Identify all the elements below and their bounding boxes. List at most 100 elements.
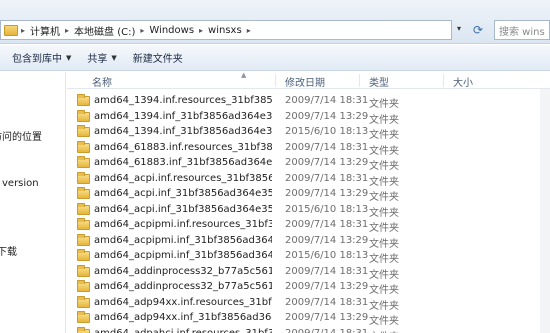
file-type: 文件夹: [369, 285, 399, 296]
chevron-right-icon[interactable]: ▸: [62, 26, 72, 35]
file-row[interactable]: amd64_addinprocess32_b77a5c561934e0... 20…: [67, 264, 550, 281]
folder-icon: [77, 125, 90, 137]
file-row[interactable]: amd64_1394.inf_31bf3856ad364e35_6.1.76..…: [67, 125, 550, 141]
file-type: 文件夹: [369, 316, 399, 327]
file-type: 文件夹: [369, 176, 399, 188]
file-row[interactable]: amd64_acpipmi.inf_31bf3856ad364e35_6....…: [67, 249, 550, 265]
folder-icon: [77, 280, 90, 292]
file-row[interactable]: amd64_adp94xx.inf_31bf3856ad364e35_6... 2…: [67, 311, 550, 327]
column-size[interactable]: 大小: [453, 74, 473, 89]
nav-item-downloads[interactable]: 下载: [0, 243, 17, 258]
folder-icon: [77, 140, 90, 153]
file-type: 文件夹: [369, 254, 399, 265]
file-name: amd64_acpipmi.inf_31bf3856ad364e35_6....: [94, 250, 272, 261]
chevron-right-icon[interactable]: ▸: [244, 26, 254, 35]
file-name: amd64_addinprocess32_b77a5c561934e0...: [94, 265, 272, 277]
file-row[interactable]: amd64_acpipmi.inf_31bf3856ad364e35_6....…: [67, 233, 550, 250]
file-date-modified: 2015/6/10 18:13: [285, 203, 369, 215]
file-date-modified: 2009/7/14 13:29: [285, 110, 369, 122]
folder-icon: [77, 187, 90, 199]
breadcrumb-computer[interactable]: 计算机: [28, 21, 62, 39]
file-type: 文件夹: [369, 145, 399, 157]
file-name: amd64_adpahci.inf.resources_31bf3856a...: [94, 327, 272, 333]
breadcrumb-windows[interactable]: Windows: [147, 21, 196, 39]
breadcrumb-winsxs[interactable]: winsxs: [206, 21, 244, 39]
file-name: amd64_adp94xx.inf.resources_31bf3856a...: [94, 296, 272, 308]
command-bar: 包含到库中 ▼ 共享 ▼ 新建文件夹: [0, 45, 550, 71]
share-button[interactable]: 共享 ▼: [79, 48, 124, 68]
folder-icon: [77, 202, 90, 215]
column-header: ▲ 名称 修改日期 类型 大小: [67, 71, 550, 89]
nav-item-version[interactable]: version: [2, 178, 39, 189]
chevron-right-icon[interactable]: ▸: [196, 26, 206, 35]
column-divider[interactable]: [443, 74, 444, 87]
include-in-library-button[interactable]: 包含到库中 ▼: [4, 48, 79, 68]
folder-icon: [77, 264, 90, 277]
file-row[interactable]: amd64_1394.inf_31bf3856ad364e35_6.1.76..…: [67, 109, 550, 126]
file-name: amd64_acpipmi.inf_31bf3856ad364e35_6....: [94, 234, 272, 246]
folder-icon: [77, 295, 90, 308]
file-row[interactable]: amd64_61883.inf_31bf3856ad364e35_6.1.7..…: [67, 156, 550, 172]
file-date-modified: 2015/6/10 18:13: [285, 126, 369, 137]
file-type: 文件夹: [369, 207, 399, 219]
column-divider[interactable]: [359, 74, 360, 87]
file-type: 文件夹: [369, 269, 399, 281]
file-row[interactable]: amd64_addinprocess32_b77a5c561934e0... 20…: [67, 280, 550, 296]
file-date-modified: 2009/7/14 18:31: [285, 172, 369, 184]
file-name: amd64_61883.inf_31bf3856ad364e35_6.1.7..…: [94, 157, 272, 168]
chevron-down-icon: ▼: [66, 53, 72, 62]
search-input[interactable]: 搜索 wins: [494, 20, 550, 40]
column-name[interactable]: 名称: [92, 74, 112, 89]
file-name: amd64_1394.inf_31bf3856ad364e35_6.1.76..…: [94, 126, 272, 137]
file-type: 文件夹: [369, 130, 399, 141]
file-date-modified: 2009/7/14 18:31: [285, 219, 369, 230]
file-type: 文件夹: [369, 328, 399, 333]
file-date-modified: 2009/7/14 13:29: [285, 188, 369, 199]
file-date-modified: 2009/7/14 18:31: [285, 95, 369, 106]
file-name: amd64_1394.inf_31bf3856ad364e35_6.1.76..…: [94, 110, 272, 122]
file-row[interactable]: amd64_adp94xx.inf.resources_31bf3856a...…: [67, 295, 550, 312]
folder-icon: [4, 24, 18, 36]
folder-icon: [77, 218, 90, 230]
column-divider[interactable]: [275, 74, 276, 87]
file-row[interactable]: amd64_acpi.inf_31bf3856ad364e35_6.1.76..…: [67, 187, 550, 203]
chevron-right-icon[interactable]: ▸: [18, 26, 28, 35]
vertical-scrollbar[interactable]: [540, 89, 550, 333]
folder-icon: [77, 326, 90, 333]
breadcrumb-local-disk[interactable]: 本地磁盘 (C:): [72, 21, 137, 39]
chevron-down-icon: ▼: [111, 53, 117, 62]
file-date-modified: 2009/7/14 18:31: [285, 327, 369, 333]
file-date-modified: 2009/7/14 18:31: [285, 265, 369, 277]
address-history-dropdown-icon[interactable]: ▾: [457, 24, 461, 33]
column-type[interactable]: 类型: [369, 74, 389, 89]
file-row[interactable]: amd64_acpi.inf.resources_31bf3856ad364..…: [67, 171, 550, 188]
chevron-right-icon[interactable]: ▸: [137, 26, 147, 35]
file-row[interactable]: amd64_1394.inf.resources_31bf3856ad364..…: [67, 94, 550, 110]
file-date-modified: 2009/7/14 18:31: [285, 141, 369, 153]
file-row[interactable]: amd64_acpi.inf_31bf3856ad364e35_6.1.76..…: [67, 202, 550, 219]
share-label: 共享: [87, 54, 108, 65]
file-type: 文件夹: [369, 300, 399, 312]
file-name: amd64_acpi.inf_31bf3856ad364e35_6.1.76..…: [94, 203, 272, 215]
file-type: 文件夹: [369, 223, 399, 234]
file-name: amd64_adp94xx.inf_31bf3856ad364e35_6...: [94, 312, 272, 323]
refresh-icon[interactable]: ⟳: [467, 20, 489, 40]
file-type: 文件夹: [369, 238, 399, 250]
file-row[interactable]: amd64_acpipmi.inf.resources_31bf3856ad..…: [67, 218, 550, 234]
file-name: amd64_acpipmi.inf.resources_31bf3856ad..…: [94, 219, 272, 230]
column-date-modified[interactable]: 修改日期: [285, 74, 325, 89]
folder-icon: [77, 156, 90, 168]
file-name: amd64_acpi.inf_31bf3856ad364e35_6.1.76..…: [94, 188, 272, 199]
nav-item-recent-places[interactable]: 访问的位置: [0, 128, 42, 143]
new-folder-label: 新建文件夹: [132, 54, 183, 65]
address-bar[interactable]: ▸ 计算机 ▸ 本地磁盘 (C:) ▸ Windows ▸ winsxs ▸: [0, 20, 452, 40]
file-name: amd64_1394.inf.resources_31bf3856ad364..…: [94, 95, 272, 106]
file-date-modified: 2015/6/10 18:13: [285, 250, 369, 261]
new-folder-button[interactable]: 新建文件夹: [125, 48, 191, 68]
file-row[interactable]: amd64_61883.inf.resources_31bf3856ad36..…: [67, 140, 550, 157]
sort-up-icon: ▲: [241, 71, 247, 79]
navigation-pane: 访问的位置 version 下载: [0, 72, 66, 333]
file-name: amd64_addinprocess32_b77a5c561934e0...: [94, 281, 272, 292]
file-row[interactable]: amd64_adpahci.inf.resources_31bf3856a...…: [67, 326, 550, 333]
file-date-modified: 2009/7/14 18:31: [285, 296, 369, 308]
